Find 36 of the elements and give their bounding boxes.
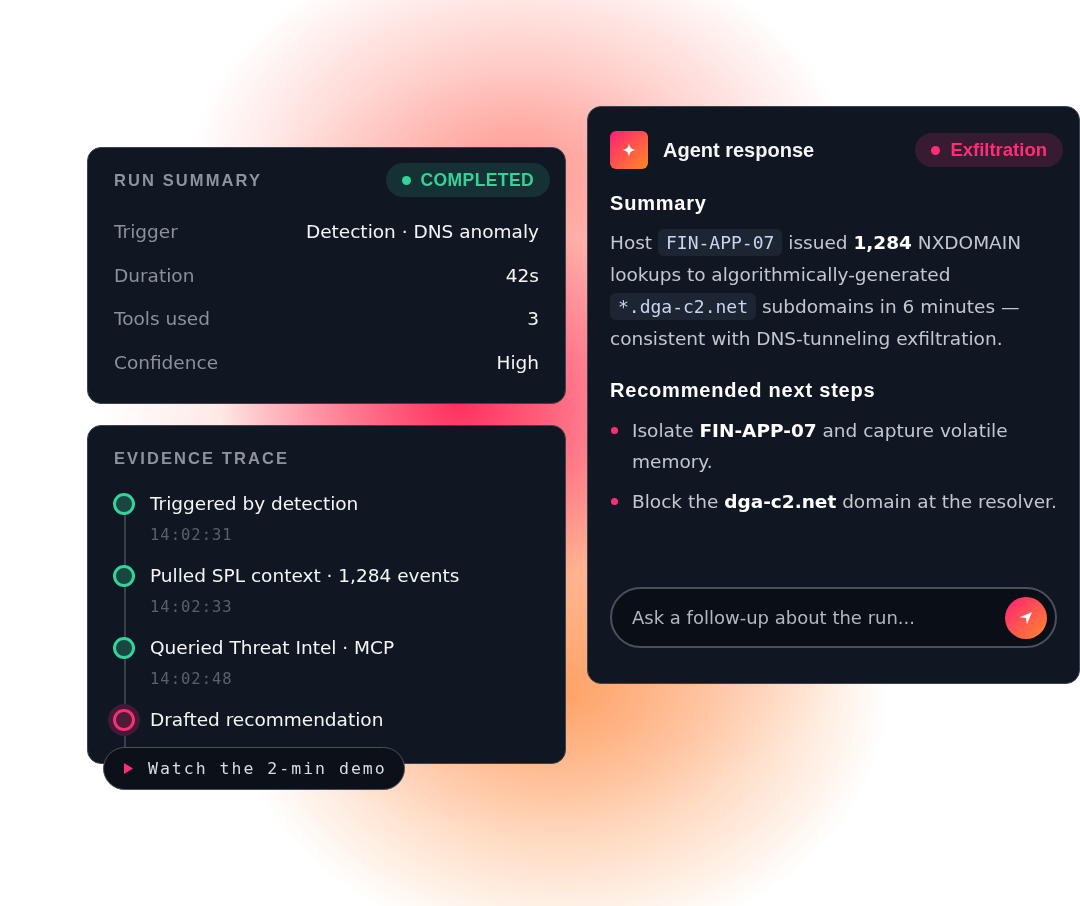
step-status-icon <box>113 564 135 587</box>
step-time: 14:02:33 <box>150 596 234 617</box>
step-status-icon <box>113 492 135 515</box>
next-step-text: Isolate FIN-APP-07 and capture volatile memory. <box>632 419 1009 474</box>
status-label: COMPLETED <box>420 169 534 191</box>
bullet-icon <box>611 498 618 505</box>
card-title: Agent response <box>663 138 815 162</box>
bullet-icon <box>611 427 618 434</box>
tag-label: Exfiltration <box>950 139 1047 161</box>
follow-up-field[interactable]: Ask a follow-up about the run... <box>610 587 1057 648</box>
sparkle-icon <box>610 131 648 169</box>
row-value: High <box>496 350 539 375</box>
next-step-text: Block the dga-c2.net domain at the resolver. <box>632 490 1057 514</box>
summary-paragraph: Host FIN-APP-07 issued 1,284 NXDOMAIN lookups to algorithmically-generated *.dga-c2.net subdomains in 6 minutes — consistent with DNS-tunneling exfiltration. <box>610 227 1057 355</box>
row-value: 42s <box>505 263 539 288</box>
step-status-icon <box>108 703 140 736</box>
section-heading: Summary <box>610 191 708 216</box>
card-heading: RUN SUMMARY <box>114 170 263 190</box>
row-value: Detection · DNS anomaly <box>305 220 539 244</box>
play-icon <box>124 762 133 774</box>
step-title: Drafted recommendation <box>150 707 384 732</box>
row-value: 3 <box>527 307 539 331</box>
step-time: 14:02:31 <box>150 524 234 545</box>
step-title: Pulled SPL context · 1,284 events <box>150 563 460 588</box>
row-label: Duration <box>114 263 195 288</box>
card-heading: EVIDENCE TRACE <box>114 447 291 468</box>
step-title: Triggered by detection <box>150 491 359 516</box>
row-label: Trigger <box>114 220 178 244</box>
step-time: 14:02:48 <box>150 668 234 689</box>
section-heading: Recommended next steps <box>610 378 877 403</box>
row-label: Tools used <box>114 307 210 331</box>
step-title: Queried Threat Intel · MCP <box>150 635 395 660</box>
send-icon <box>1019 610 1033 625</box>
row-label: Confidence <box>114 350 219 375</box>
step-status-icon <box>113 636 135 659</box>
watch-demo-button[interactable]: Watch the 2-min demo <box>103 746 405 790</box>
